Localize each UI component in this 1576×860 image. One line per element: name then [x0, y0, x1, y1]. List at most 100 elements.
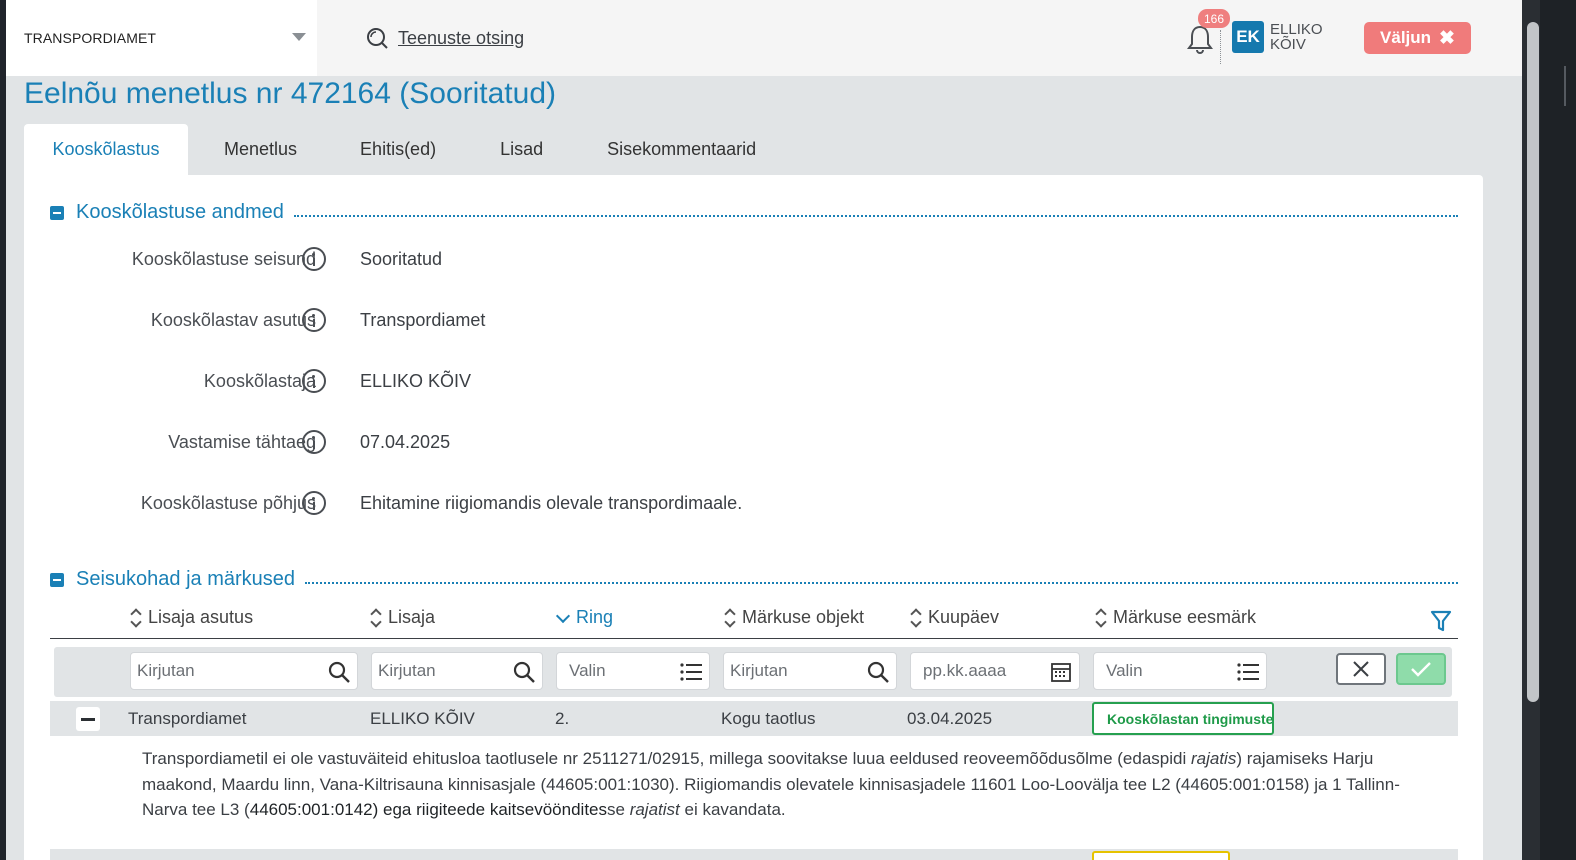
list-icon: [1237, 663, 1259, 681]
content-card: Kooskõlastuse andmed Kooskõlastuse seisu…: [24, 175, 1483, 860]
object-filter[interactable]: [723, 652, 897, 690]
collapse-icon[interactable]: [50, 572, 64, 587]
close-icon: [1353, 661, 1369, 677]
field-value: Transpordiamet: [360, 310, 486, 330]
cell-institution: Transpordiamet: [128, 709, 247, 728]
top-header: TRANSPORDIAMET Teenuste otsing 166 EK EL…: [6, 0, 1522, 76]
field-value: 07.04.2025: [360, 432, 451, 452]
column-header-purpose[interactable]: Märkuse eesmärk: [1095, 607, 1256, 628]
service-search-link[interactable]: Teenuste otsing: [366, 24, 524, 52]
cell-date: 03.04.2025: [907, 709, 993, 728]
cell-ring: 2.: [555, 709, 570, 728]
column-label: Lisaja asutus: [148, 607, 254, 627]
column-header-date[interactable]: Kuupäev: [910, 607, 999, 628]
tab-bar: Kooskõlastus Menetlus Ehitis(ed) Lisad S…: [24, 124, 756, 175]
clear-filters-button[interactable]: [1336, 653, 1386, 685]
adder-filter[interactable]: [371, 652, 543, 690]
header-divider: [1220, 30, 1221, 64]
cell-adder: ELLIKO KÕIV: [370, 709, 475, 728]
info-icon[interactable]: [302, 491, 326, 515]
field-label: Kooskõlastuse põhjus: [140, 493, 316, 513]
column-label: Märkuse eesmärk: [1113, 607, 1257, 627]
tab-kooskolastus[interactable]: Kooskõlastus: [24, 124, 188, 175]
comment-text: Transpordiametil ei ole vastuväiteid ehi…: [142, 749, 1400, 819]
info-icon[interactable]: [302, 308, 326, 332]
column-header-adder[interactable]: Lisaja: [370, 607, 435, 628]
collapse-row-icon[interactable]: [76, 707, 100, 731]
search-icon: [867, 661, 889, 683]
service-search-label: Teenuste otsing: [398, 27, 525, 48]
info-icon[interactable]: [302, 247, 326, 271]
field-value: ELLIKO KÕIV: [360, 371, 472, 391]
tab-lisad[interactable]: Lisad: [500, 124, 543, 175]
search-icon: [328, 661, 350, 683]
field-label: Kooskõlastav asutus: [150, 310, 316, 330]
field-label: Kooskõlastuse seisund: [131, 249, 316, 269]
purpose-filter[interactable]: [1093, 652, 1267, 690]
table-header: Lisaja asutus Lisaja Ring Märkuse objekt…: [50, 603, 1458, 639]
field-response-deadline: Vastamise tähtaeg 07.04.2025: [24, 428, 1124, 458]
search-icon: [367, 28, 388, 49]
organization-select[interactable]: TRANSPORDIAMET: [6, 0, 317, 76]
sort-descending-icon: [556, 611, 570, 625]
browser-side-panel: [1540, 0, 1576, 860]
status-badge: Kooskõlastan tingimusteta: [1092, 702, 1274, 735]
list-icon: [680, 663, 702, 681]
app-window: TRANSPORDIAMET Teenuste otsing 166 EK EL…: [6, 0, 1522, 860]
organization-name: TRANSPORDIAMET: [24, 30, 157, 46]
search-icon: [513, 661, 535, 683]
field-agreement-status: Kooskõlastuse seisund Sooritatud: [24, 245, 1124, 275]
tab-sisekommentaarid[interactable]: Sisekommentaarid: [607, 124, 756, 175]
column-label: Ring: [576, 607, 614, 627]
tab-ehitised[interactable]: Ehitis(ed): [360, 124, 436, 175]
status-badge: [1092, 851, 1230, 860]
page-title: Eelnõu menetlus nr 472164 (Sooritatud): [24, 77, 557, 110]
column-header-institution[interactable]: Lisaja asutus: [130, 607, 253, 628]
chevron-down-icon: [292, 33, 306, 41]
filter-bar: [54, 647, 1452, 697]
column-label: Märkuse objekt: [742, 607, 865, 627]
field-label: Kooskõlastaja: [203, 371, 316, 391]
check-icon: [1411, 662, 1431, 677]
column-label: Lisaja: [388, 607, 436, 627]
info-icon[interactable]: [302, 369, 326, 393]
institution-filter-input[interactable]: [137, 661, 357, 681]
section-header-positions: Seisukohad ja märkused: [50, 568, 1458, 591]
section-divider: [305, 581, 1458, 584]
logout-button[interactable]: Väljun ✖: [1364, 22, 1471, 54]
calendar-icon: [1051, 663, 1071, 682]
table-row: [50, 849, 1458, 860]
section-title-positions: Seisukohad ja märkused: [76, 568, 296, 590]
bell-icon[interactable]: [1186, 24, 1214, 54]
cell-object: Kogu taotlus: [721, 709, 816, 728]
field-label: Vastamise tähtaeg: [168, 432, 316, 452]
tab-menetlus[interactable]: Menetlus: [224, 124, 297, 175]
user-menu[interactable]: EK ELLIKO KÕIV: [1232, 21, 1340, 53]
section-divider: [293, 214, 1458, 217]
sort-icon: [724, 608, 736, 628]
field-value: Ehitamine riigiomandis olevale transpord…: [360, 493, 743, 513]
column-header-ring[interactable]: Ring: [556, 607, 613, 628]
field-value: Sooritatud: [360, 249, 443, 269]
user-name: ELLIKO KÕIV: [1270, 21, 1323, 53]
column-header-object[interactable]: Märkuse objekt: [724, 607, 864, 628]
panel-divider: [1564, 66, 1566, 106]
date-filter[interactable]: [910, 652, 1080, 690]
filter-icon[interactable]: [1430, 609, 1452, 633]
apply-filters-button[interactable]: [1396, 653, 1446, 685]
institution-filter[interactable]: [130, 652, 358, 690]
scrollbar-thumb[interactable]: [1527, 22, 1539, 702]
info-icon[interactable]: [302, 430, 326, 454]
avatar: EK: [1232, 21, 1264, 53]
collapse-icon[interactable]: [50, 205, 64, 220]
sort-icon: [1095, 608, 1107, 628]
ring-filter[interactable]: [556, 652, 710, 690]
notification-count-badge: 166: [1198, 9, 1231, 28]
close-icon: ✖: [1439, 27, 1455, 49]
logout-label: Väljun: [1380, 28, 1432, 47]
field-agreer: Kooskõlastaja ELLIKO KÕIV: [24, 367, 1124, 397]
field-agreeing-institution: Kooskõlastav asutus Transpordiamet: [24, 306, 1124, 336]
table-row: Transpordiamet ELLIKO KÕIV 2. Kogu taotl…: [50, 701, 1458, 736]
sort-icon: [910, 608, 922, 628]
sort-icon: [130, 608, 142, 628]
